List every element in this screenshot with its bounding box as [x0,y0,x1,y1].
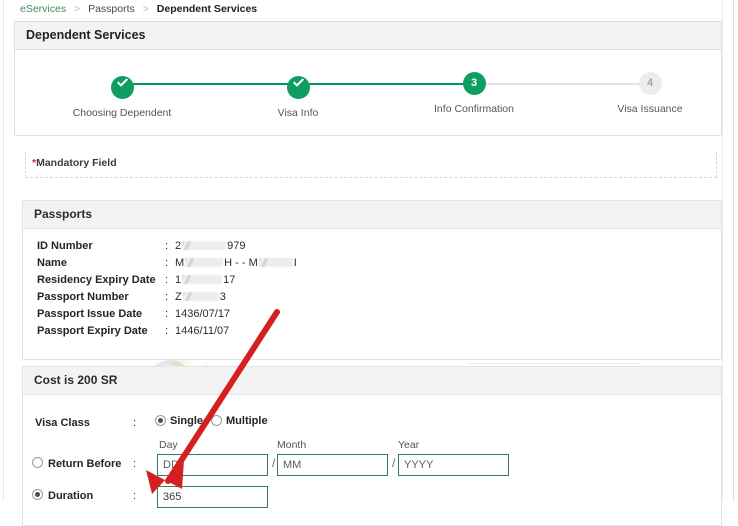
progress-stepper: Choosing Dependent Visa Info 3 Info Conf… [15,50,721,136]
info-value-suffix: 3 [219,291,226,303]
radio-label-multiple: Multiple [226,415,268,427]
date-separator-2: / [392,456,396,470]
date-separator-1: / [272,456,276,470]
info-colon: : [165,240,169,252]
info-label-passport-issue-date: Passport Issue Date [37,308,143,320]
passports-panel: Passports ID Number:2 979 Name: M H - - MI … [22,200,722,360]
page-title: Dependent Services [15,21,721,50]
breadcrumb-item-eservices[interactable]: eServices [20,3,66,15]
step-1-bubble [110,76,134,99]
info-colon: : [165,274,169,286]
step-3-label: Info Confirmation [434,103,514,115]
step-1-label: Choosing Dependent [72,107,172,119]
info-value-suffix: H - - M [224,257,258,269]
step-2-label: Visa Info [277,107,319,119]
mandatory-field-label: *Mandatory Field [32,157,117,169]
day-input[interactable]: DD [157,454,268,476]
info-value-suffix: 17 [223,274,236,286]
info-value-tail: I [293,257,297,269]
table-row: Passport Number: Z 3 [23,289,721,306]
table-row: Passport Issue Date:1436/07/17 [23,306,721,323]
radio-visa-class-single[interactable] [155,415,166,426]
step-choosing-dependent[interactable]: Choosing Dependent [42,72,202,119]
return-before-colon: : [133,458,137,470]
info-value-passport-number: Z3 [175,291,226,303]
info-colon: : [165,257,169,269]
passports-panel-body: ID Number:2 979 Name: M H - - MI Residency … [23,229,721,340]
caption-year: Year [398,439,420,451]
page-right-rule [733,0,734,501]
breadcrumb-item-dependent-services: Dependent Services [156,3,258,15]
passports-panel-title: Passports [23,201,721,229]
visa-class-colon: : [133,417,137,429]
duration-label: Duration [48,490,94,502]
info-label-passport-expiry-date: Passport Expiry Date [37,325,148,337]
info-label-id-number: ID Number [37,240,93,252]
info-colon: : [165,291,169,303]
info-label-residency-expiry-date: Residency Expiry Date [37,274,156,286]
dependent-services-card: Dependent Services Choosing Dependent Vi… [14,21,722,136]
table-row: ID Number:2 979 [23,238,721,255]
visa-class-options: Single Multiple [155,415,276,427]
step-4-bubble: 4 [638,72,662,95]
radio-duration[interactable] [32,489,43,501]
table-row: Residency Expiry Date:1 17 [23,272,721,289]
info-colon: : [165,308,169,320]
breadcrumb-separator-1: > [74,3,81,15]
info-value-id-number: 2 979 [175,240,245,252]
radio-return-before[interactable] [32,457,43,469]
step-3-bubble: 3 [462,72,486,95]
radio-label-single: Single [170,415,204,427]
check-icon [111,76,134,89]
info-label-passport-number: Passport Number [37,291,129,303]
step-4-label: Visa Issuance [617,103,683,115]
info-value-suffix: 979 [227,240,246,252]
info-value-prefix: 2 [175,240,182,252]
table-row: Name: M H - - M I [23,255,721,272]
info-value-prefix: 1 [175,274,182,286]
step-info-confirmation[interactable]: 3 Info Confirmation [394,72,554,115]
info-value-passport-expiry-date: 1446/11/07 [175,325,230,337]
breadcrumb: eServices > Passports > Dependent Servic… [20,1,257,17]
info-value-prefix: Z [175,291,182,303]
info-value-prefix: M [175,257,185,269]
redacted-block [258,258,293,267]
radio-return-before-input[interactable] [32,457,43,468]
breadcrumb-item-passports[interactable]: Passports [88,3,135,15]
page-left-rule [3,0,4,501]
cost-panel: Cost is 200 SR Visa Class : Single Multip… [22,366,722,526]
redacted-block [182,292,219,301]
redacted-block [185,258,224,267]
step-2-bubble [286,76,310,99]
page-root: eServices > Passports > Dependent Servic… [0,0,738,526]
step-visa-info[interactable]: Visa Info [218,72,378,119]
return-before-label: Return Before [48,458,122,470]
visa-class-label: Visa Class [35,417,90,429]
breadcrumb-separator-2: > [142,3,149,15]
info-label-name: Name [37,257,67,269]
info-colon: : [165,325,169,337]
check-icon [287,76,310,89]
info-value-name: MH - - MI [175,257,297,269]
mandatory-field-note: *Mandatory Field [25,152,717,178]
redacted-block [182,275,223,284]
table-row: Passport Expiry Date:1446/11/07 [23,323,721,340]
caption-month: Month [277,439,307,451]
info-value-passport-issue-date: 1436/07/17 [175,308,231,320]
redacted-block [182,241,227,250]
duration-input[interactable]: 365 [157,486,268,508]
radio-duration-input[interactable] [32,489,43,500]
duration-colon: : [133,490,137,502]
step-visa-issuance[interactable]: 4 Visa Issuance [570,72,730,115]
cost-panel-body: Visa Class : Single Multiple Day Month Ye… [23,395,721,508]
radio-visa-class-multiple[interactable] [211,415,223,426]
month-input[interactable]: MM [277,454,388,476]
year-input[interactable]: YYYY [398,454,509,476]
caption-day: Day [159,439,178,451]
mandatory-field-text: Mandatory Field [36,157,117,169]
info-value-residency-expiry-date: 1 17 [175,274,235,286]
cost-panel-title: Cost is 200 SR [23,367,721,395]
